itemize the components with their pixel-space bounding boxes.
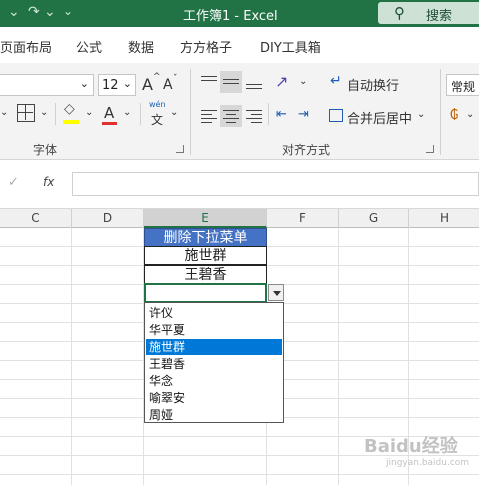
up-arrow-icon: ^: [153, 72, 161, 82]
fill-dropdown-icon[interactable]: ⌄: [85, 107, 93, 118]
borders-dropdown-icon[interactable]: ⌄: [40, 107, 48, 118]
tab-formulas[interactable]: 公式: [76, 37, 102, 56]
decrease-indent-icon[interactable]: ⇤: [276, 107, 287, 122]
down-arrow-icon: ˇ: [173, 74, 178, 84]
fill-color-swatch: [63, 120, 79, 124]
insert-function-icon[interactable]: fx: [43, 175, 54, 189]
list-item[interactable]: 王碧香: [146, 356, 282, 372]
chevron-down-icon: ⌄: [79, 77, 89, 90]
column-header-e[interactable]: E: [144, 209, 267, 228]
align-bottom-icon[interactable]: [246, 74, 262, 90]
watermark: Baidu经验 jingyan.baidu.com: [364, 432, 469, 468]
column-header-h[interactable]: H: [409, 209, 479, 228]
list-item[interactable]: 许仪: [146, 305, 282, 321]
chevron-down-icon: ⌄: [122, 77, 132, 90]
search-box[interactable]: ⚲ 搜索: [378, 2, 479, 24]
dropdown-arrow-button[interactable]: [268, 284, 284, 301]
title-bar: ⌄ ↷ ⌄ ⌄ 工作簿1 - Excel ⚲ 搜索: [0, 0, 479, 27]
list-item[interactable]: 喻翠安: [146, 390, 282, 406]
shrink-font-button[interactable]: A: [163, 77, 173, 93]
font-color-button[interactable]: A: [104, 104, 114, 122]
window-title: 工作簿1 - Excel: [183, 9, 278, 24]
search-icon: ⚲: [394, 4, 405, 22]
ribbon: ⌄ 12 ⌄ A ^ A ˇ ⌄ ⌄ ◇ ⌄ A ⌄ wén 文 ⌄ 字体 ↗ …: [0, 63, 479, 160]
column-header-c[interactable]: C: [0, 209, 72, 228]
font-name-dropdown[interactable]: ⌄: [0, 74, 94, 96]
align-left-icon[interactable]: [201, 109, 217, 123]
wrap-text-icon[interactable]: ↵: [330, 73, 342, 89]
phonetic-bottom: 文: [151, 113, 164, 127]
list-item[interactable]: 华平夏: [146, 322, 282, 338]
align-middle-icon[interactable]: [220, 71, 242, 93]
font-color-dropdown-icon[interactable]: ⌄: [123, 107, 131, 118]
list-item-highlighted[interactable]: 施世群: [146, 339, 282, 355]
merge-center-icon[interactable]: [329, 109, 343, 122]
increase-indent-icon[interactable]: ⇥: [298, 107, 309, 122]
dropdown-list: 许仪 华平夏 施世群 王碧香 华念 喻翠安 周娅: [144, 302, 284, 423]
currency-format-icon[interactable]: ₲: [450, 108, 458, 123]
number-format-value: 常规: [451, 80, 476, 94]
column-header-g[interactable]: G: [339, 209, 409, 228]
group-alignment-label: 对齐方式: [282, 143, 331, 157]
align-top-icon[interactable]: [201, 74, 217, 90]
cell-e-header[interactable]: 删除下拉菜单: [144, 228, 267, 247]
customize-toolbar-icon[interactable]: ⌄: [63, 4, 73, 18]
merge-center-button[interactable]: 合并后居中: [347, 108, 412, 127]
triangle-down-icon: [273, 291, 281, 296]
alignment-dialog-launcher-icon[interactable]: [426, 145, 434, 153]
column-header-f[interactable]: F: [267, 209, 339, 228]
watermark-text: Baidu经验: [364, 436, 458, 457]
watermark-sub: jingyan.baidu.com: [386, 458, 470, 468]
borders-icon[interactable]: [17, 104, 35, 122]
active-cell[interactable]: [144, 283, 267, 303]
formula-bar: ✓ fx: [0, 160, 479, 208]
underline-dropdown-icon[interactable]: ⌄: [0, 107, 8, 118]
number-format-dropdown[interactable]: 常规: [446, 74, 479, 96]
grow-font-button[interactable]: A: [142, 75, 153, 94]
merge-dropdown-icon[interactable]: ⌄: [417, 109, 425, 120]
font-size-value: 12: [102, 78, 119, 93]
redo-dropdown-icon[interactable]: ⌄: [44, 4, 56, 20]
undo-dropdown-icon[interactable]: ⌄: [8, 4, 20, 20]
currency-dropdown-icon[interactable]: ⌄: [466, 109, 474, 120]
column-headers: C D E F G H: [0, 208, 479, 228]
tab-fangfang[interactable]: 方方格子: [180, 37, 232, 56]
enter-icon[interactable]: ✓: [8, 175, 19, 190]
group-font-label: 字体: [33, 143, 58, 157]
phonetic-dropdown-icon[interactable]: ⌄: [170, 107, 178, 118]
orientation-dropdown-icon[interactable]: ⌄: [299, 76, 307, 87]
formula-input[interactable]: [72, 172, 479, 196]
align-center-icon[interactable]: [220, 105, 242, 127]
fill-color-icon[interactable]: ◇: [64, 101, 75, 117]
font-size-dropdown[interactable]: 12 ⌄: [98, 74, 136, 96]
redo-icon[interactable]: ↷: [28, 4, 40, 20]
tab-data[interactable]: 数据: [128, 37, 154, 56]
font-dialog-launcher-icon[interactable]: [176, 145, 184, 153]
tab-diy-toolbox[interactable]: DIY工具箱: [260, 37, 321, 56]
column-header-d[interactable]: D: [72, 209, 144, 228]
font-color-swatch: [102, 122, 117, 125]
cell-e-row2[interactable]: 王碧香: [144, 265, 267, 284]
tab-page-layout[interactable]: 页面布局: [0, 37, 52, 56]
wrap-text-button[interactable]: 自动换行: [347, 75, 399, 94]
align-right-icon[interactable]: [246, 109, 262, 123]
phonetic-top[interactable]: wén: [149, 100, 166, 109]
orientation-icon[interactable]: ↗: [275, 72, 288, 91]
list-item[interactable]: 周娅: [146, 407, 282, 423]
cell-e-row1[interactable]: 施世群: [144, 246, 267, 265]
list-item[interactable]: 华念: [146, 373, 282, 389]
search-label: 搜索: [426, 9, 453, 24]
ribbon-tabs: 页面布局 公式 数据 方方格子 DIY工具箱: [0, 27, 479, 63]
